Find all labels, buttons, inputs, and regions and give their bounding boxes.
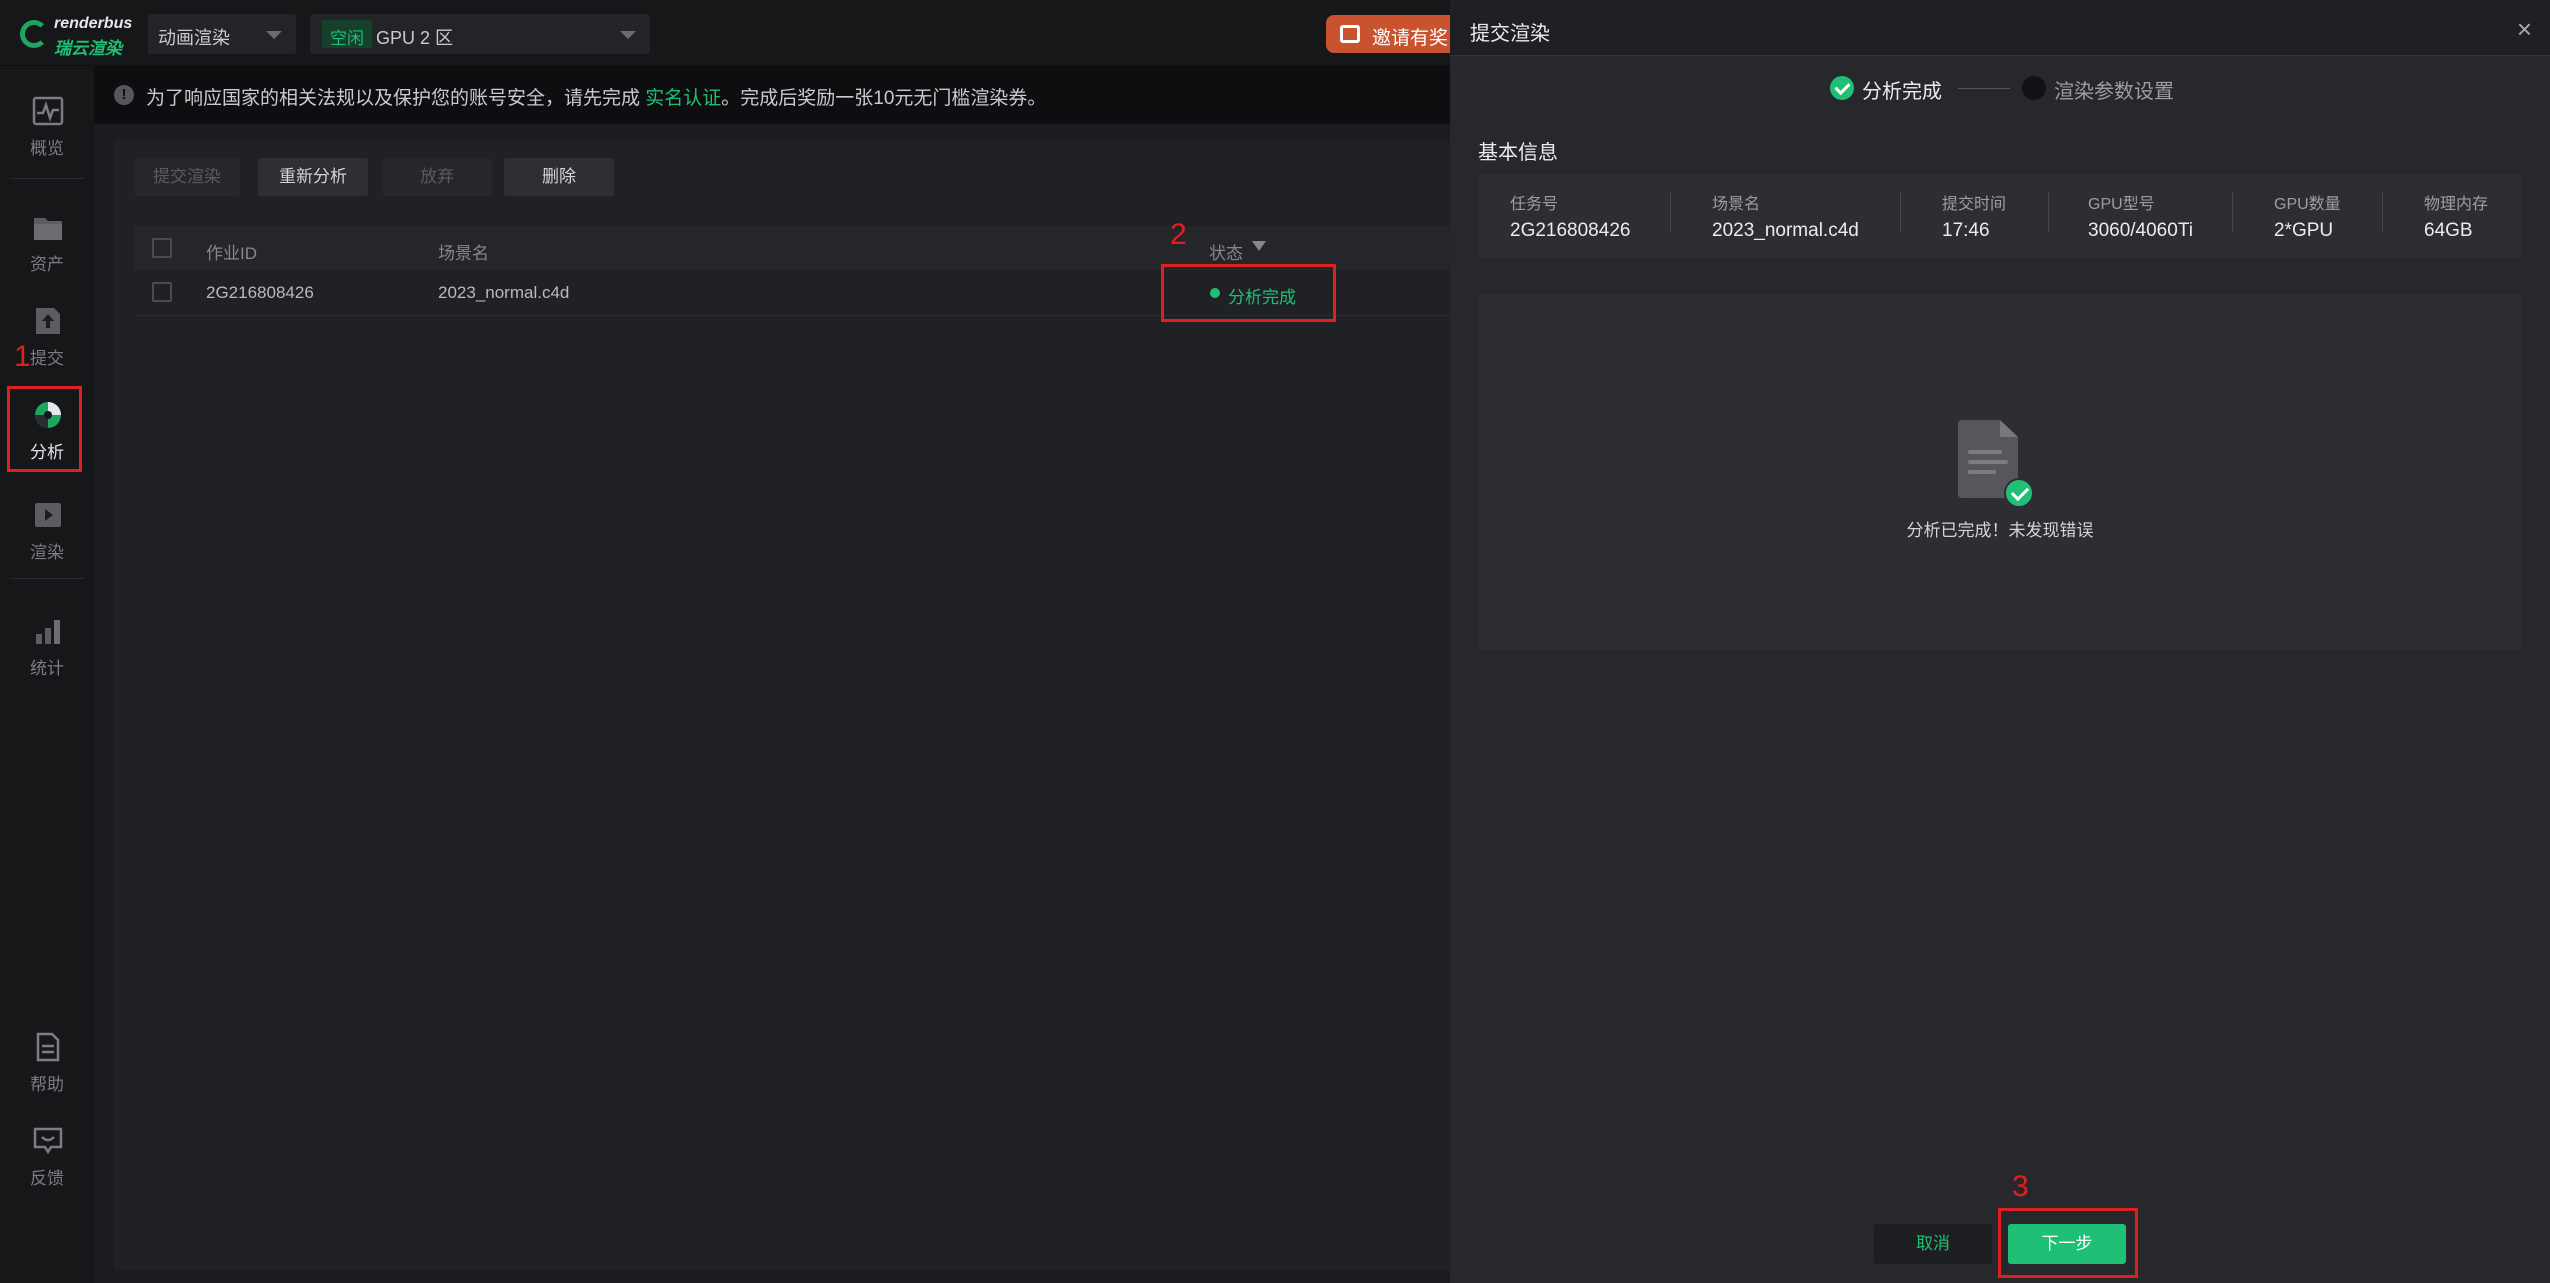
logo-text-en: renderbus — [54, 15, 133, 32]
renderbus-logo[interactable]: renderbus 瑞云渲染 — [18, 14, 133, 58]
divider — [2048, 192, 2049, 232]
info-scene: 场景名 2023_normal.c4d — [1712, 190, 1859, 242]
info-label: GPU数量 — [2274, 196, 2341, 213]
info-label: 提交时间 — [1942, 196, 2007, 213]
basic-info-title: 基本信息 — [1478, 142, 1558, 164]
info-gpu-count: GPU数量 2*GPU — [2274, 190, 2341, 242]
logo-text-cn: 瑞云渲染 — [54, 39, 122, 58]
invite-label: 邀请有奖 — [1372, 28, 1449, 49]
filter-icon[interactable] — [1252, 241, 1266, 251]
divider — [2382, 192, 2383, 232]
select-all-checkbox[interactable] — [152, 238, 172, 258]
notice-prefix: 为了响应国家的相关法规以及保护您的账号安全，请先完成 — [146, 88, 646, 109]
info-value: 17:46 — [1942, 220, 1990, 241]
render-mode-select[interactable]: 动画渲染 — [148, 14, 296, 54]
gift-icon — [1340, 25, 1360, 43]
sidebar-item-help[interactable]: 帮助 — [0, 1026, 94, 1106]
row-checkbox[interactable] — [152, 282, 172, 302]
sidebar-item-statistics[interactable]: 统计 — [0, 610, 94, 690]
step-complete-check-icon — [1830, 76, 1854, 100]
sidebar-item-assets[interactable]: 资产 — [0, 206, 94, 286]
submit-render-drawer: 提交渲染 × 分析完成 渲染参数设置 基本信息 任务号 2G216808426 … — [1450, 0, 2550, 1283]
bar-chart-icon — [36, 620, 60, 644]
info-label: 任务号 — [1510, 196, 1559, 213]
notice-suffix: 。完成后奖励一张10元无门槛渲染券。 — [721, 88, 1047, 109]
gpu-zone-select[interactable]: 空闲 GPU 2 区 — [310, 14, 650, 54]
info-memory: 物理内存 64GB — [2424, 190, 2488, 242]
divider — [1900, 192, 1901, 232]
close-icon[interactable]: × — [2517, 14, 2532, 45]
basic-info-card: 任务号 2G216808426 场景名 2023_normal.c4d 提交时间… — [1478, 174, 2522, 258]
cell-job-id: 2G216808426 — [206, 283, 314, 302]
feedback-icon — [33, 1127, 63, 1155]
drawer-title: 提交渲染 — [1470, 23, 1550, 45]
annotation-number-2: 2 — [1170, 218, 1187, 251]
notice-text: 为了响应国家的相关法规以及保护您的账号安全，请先完成 实名认证。完成后奖励一张1… — [146, 83, 1046, 110]
sidebar-item-label: 帮助 — [30, 1075, 64, 1094]
divider — [10, 578, 84, 579]
info-task-id: 任务号 2G216808426 — [1510, 190, 1630, 242]
info-value: 64GB — [2424, 220, 2473, 241]
sidebar-item-render[interactable]: 渲染 — [0, 494, 94, 574]
invite-reward-button[interactable]: 邀请有奖 — [1326, 15, 1466, 53]
step-pending-dot-icon — [2022, 76, 2046, 100]
info-value: 3060/4060Ti — [2088, 220, 2193, 241]
annotation-number-3: 3 — [2012, 1170, 2029, 1203]
column-scene: 场景名 — [438, 244, 489, 263]
divider — [2232, 192, 2233, 232]
upload-icon — [36, 308, 60, 334]
cancel-button[interactable]: 取消 — [1874, 1224, 1992, 1264]
real-name-notice: ! 为了响应国家的相关法规以及保护您的账号安全，请先完成 实名认证。完成后奖励一… — [94, 66, 1450, 124]
divider — [10, 178, 84, 179]
submit-render-button[interactable]: 提交渲染 — [134, 158, 240, 196]
abandon-button[interactable]: 放弃 — [382, 158, 492, 196]
annotation-number-1: 1 — [14, 340, 31, 373]
step-connector — [1958, 88, 2010, 89]
column-job-id: 作业ID — [206, 244, 257, 263]
left-sidebar: 概览 资产 提交 分析 渲染 统计 帮助 反馈 — [0, 66, 94, 1283]
info-submit-time: 提交时间 17:46 — [1942, 190, 2006, 242]
info-value: 2*GPU — [2274, 220, 2334, 241]
real-name-link[interactable]: 实名认证 — [645, 88, 721, 109]
info-gpu-model: GPU型号 3060/4060Ti — [2088, 190, 2193, 242]
info-label: 场景名 — [1712, 196, 1761, 213]
divider — [1670, 192, 1671, 232]
render-mode-value: 动画渲染 — [158, 28, 230, 48]
step-analysis-complete: 分析完成 — [1862, 81, 1942, 103]
reanalyze-button[interactable]: 重新分析 — [258, 158, 368, 196]
annotation-box-3 — [1998, 1208, 2138, 1278]
step-render-settings: 渲染参数设置 — [2054, 81, 2174, 103]
sidebar-item-label: 统计 — [30, 659, 64, 678]
sidebar-item-overview[interactable]: 概览 — [0, 90, 94, 170]
sidebar-item-label: 反馈 — [30, 1169, 64, 1188]
cell-scene: 2023_normal.c4d — [438, 283, 570, 302]
overview-icon — [32, 96, 64, 126]
info-value: 2G216808426 — [1510, 220, 1631, 241]
annotation-box-1 — [7, 386, 82, 472]
delete-button[interactable]: 删除 — [504, 158, 614, 196]
analysis-result-card: 分析已完成！未发现错误 — [1478, 294, 2522, 650]
annotation-box-2 — [1161, 264, 1336, 322]
gpu-zone-value: GPU 2 区 — [376, 28, 454, 48]
render-play-icon — [35, 503, 61, 527]
asset-folder-icon — [34, 218, 62, 240]
renderbus-logo-icon — [20, 20, 48, 48]
info-label: GPU型号 — [2088, 196, 2155, 213]
chevron-down-icon — [266, 31, 282, 39]
info-icon: ! — [114, 85, 134, 105]
sidebar-item-label: 资产 — [30, 255, 64, 274]
chevron-down-icon — [620, 31, 636, 39]
column-status: 状态 — [1209, 244, 1243, 263]
sidebar-item-label: 概览 — [30, 139, 64, 158]
help-document-icon — [36, 1032, 60, 1062]
info-label: 物理内存 — [2424, 196, 2489, 213]
drawer-header: 提交渲染 × — [1450, 0, 2550, 56]
gpu-idle-tag: 空闲 — [322, 20, 372, 48]
info-value: 2023_normal.c4d — [1712, 220, 1859, 241]
sidebar-item-feedback[interactable]: 反馈 — [0, 1120, 94, 1200]
sidebar-item-label: 渲染 — [30, 543, 64, 562]
document-check-icon — [1958, 420, 2034, 508]
top-bar: renderbus 瑞云渲染 动画渲染 空闲 GPU 2 区 邀请有奖 — [0, 0, 1466, 66]
analysis-result-text: 分析已完成！未发现错误 — [1906, 521, 2094, 540]
